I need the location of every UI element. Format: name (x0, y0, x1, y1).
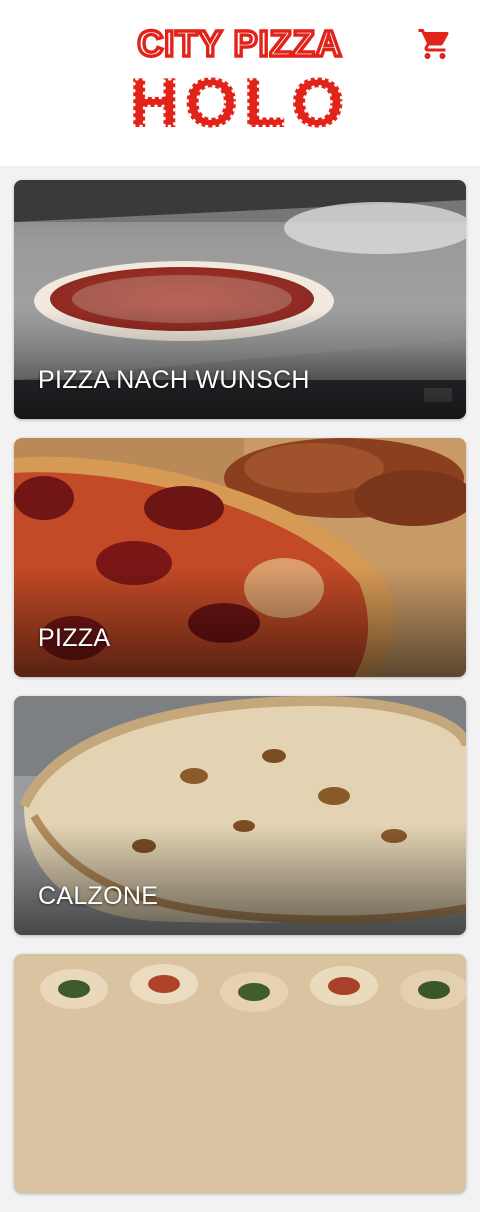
category-label: CALZONE (38, 882, 159, 910)
logo-line2-lights: HOLO (130, 65, 350, 137)
rolls-photo (14, 954, 466, 1193)
category-card-pizza-nach-wunsch[interactable]: PIZZA NACH WUNSCH (14, 180, 466, 419)
cart-button[interactable] (414, 24, 456, 64)
card-shade (14, 309, 466, 419)
category-list: PIZZA NACH WUNSCH PIZZA CALZONE (14, 180, 466, 1212)
shopping-cart-icon (418, 29, 449, 59)
category-label: PIZZA NACH WUNSCH (38, 366, 310, 394)
card-shade (14, 567, 466, 677)
category-card-rolls[interactable] (14, 954, 466, 1193)
logo-line1: CITY PIZZA (137, 23, 342, 64)
category-card-pizza[interactable]: PIZZA (14, 438, 466, 677)
app-header: CITY PIZZA HOLO HOLO (0, 0, 480, 166)
category-label: PIZZA (38, 624, 111, 652)
city-pizza-holo-logo[interactable]: CITY PIZZA HOLO HOLO (120, 22, 360, 137)
card-shade (14, 825, 466, 935)
category-card-calzone[interactable]: CALZONE (14, 696, 466, 935)
